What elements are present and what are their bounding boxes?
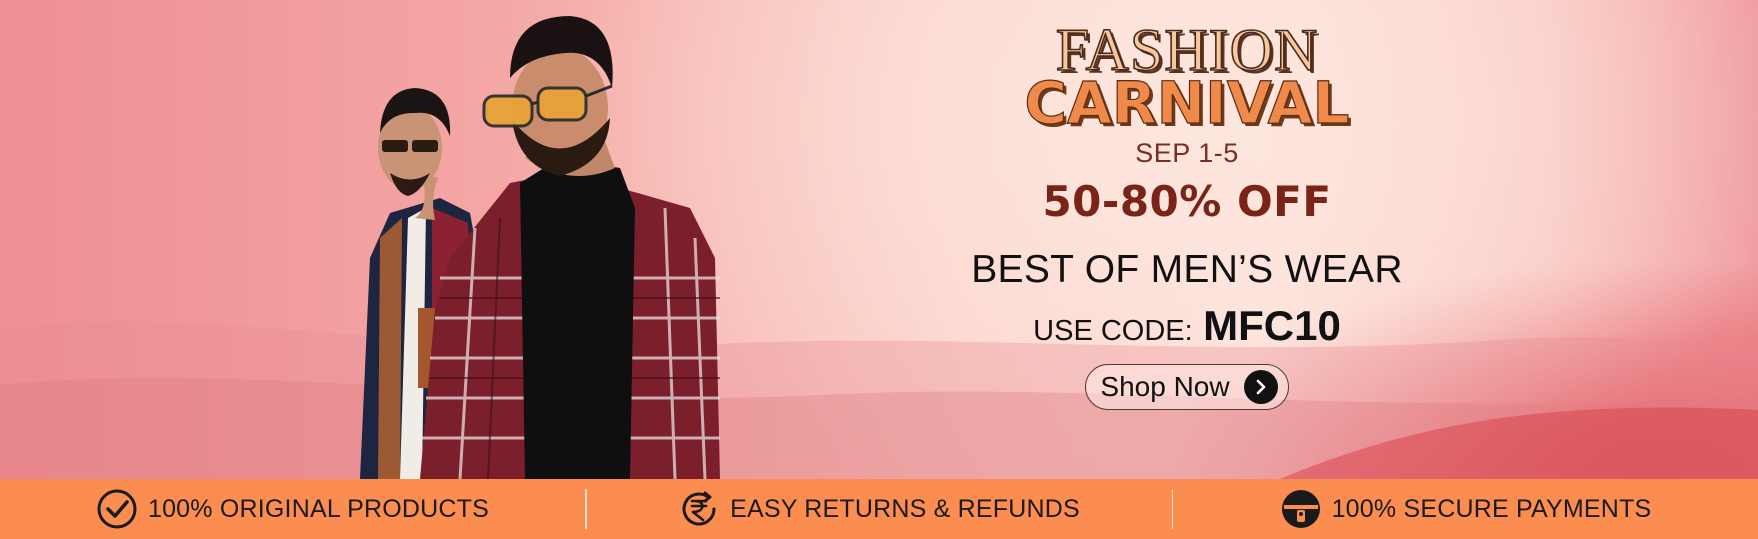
background-dunes [0, 321, 1758, 479]
trust-strip: 100% ORIGINAL PRODUCTS EASY RETURNS & RE… [0, 479, 1758, 539]
coupon-code-label: USE CODE: [1033, 315, 1193, 347]
sale-dates: SEP 1-5 [1135, 138, 1239, 168]
promo-content: FASHION CARNIVAL SEP 1-5 50-80% OFF BEST… [900, 19, 1474, 410]
lock-icon [1280, 488, 1322, 530]
model-right [420, 16, 720, 479]
shop-now-button[interactable]: Shop Now [1085, 364, 1289, 410]
feature-label: EASY RETURNS & REFUNDS [730, 494, 1080, 523]
hero-banner[interactable]: FASHION CARNIVAL SEP 1-5 50-80% OFF BEST… [0, 0, 1758, 479]
feature-easy-returns: EASY RETURNS & REFUNDS [587, 479, 1172, 539]
coupon-code-row: USE CODE: MFC10 [900, 302, 1474, 350]
models-photo [360, 16, 720, 479]
coupon-code-value: MFC10 [1203, 302, 1341, 349]
checkmark-circle-icon [96, 488, 138, 530]
feature-original-products: 100% ORIGINAL PRODUCTS [0, 479, 585, 539]
headline-text: BEST OF MEN’S WEAR [971, 248, 1403, 291]
feature-secure-payments: 100% SECURE PAYMENTS [1173, 479, 1758, 539]
rupee-return-icon [678, 488, 720, 530]
title-carnival: CARNIVAL [1024, 69, 1350, 137]
discount-text: 50-80% OFF [1042, 177, 1332, 226]
feature-label: 100% SECURE PAYMENTS [1331, 494, 1652, 523]
shop-now-label: Shop Now [1100, 371, 1230, 402]
chevron-right-icon [1243, 370, 1278, 404]
feature-label: 100% ORIGINAL PRODUCTS [147, 494, 490, 523]
